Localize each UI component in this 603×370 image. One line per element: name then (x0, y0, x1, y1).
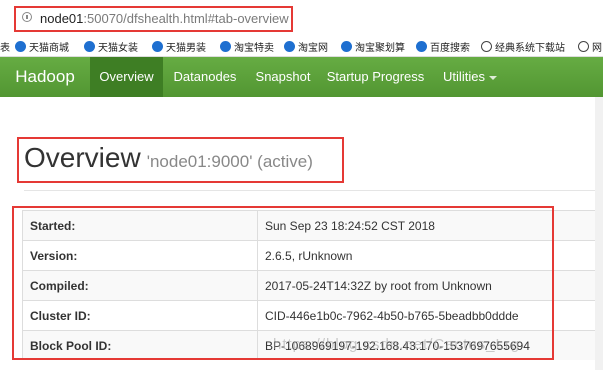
ie-icon (220, 41, 231, 52)
bookmarks-bar: 表 天猫商城 天猫女装 天猫男装 淘宝特卖 淘宝网 淘宝聚划算 百度搜索 经典系… (0, 36, 603, 57)
bookmark-juhuasuan[interactable]: 淘宝聚划算 (341, 39, 405, 54)
bookmark-system-download[interactable]: 经典系统下载站 (481, 39, 565, 54)
ie-icon (152, 41, 163, 52)
nav-startup-progress[interactable]: Startup Progress (319, 57, 432, 97)
namenode-subtitle: 'node01:9000' (active) (146, 152, 313, 171)
ie-icon (341, 41, 352, 52)
scrollbar[interactable] (595, 97, 603, 370)
watermark: https://blog.csdn.net/Cactus_Lrg (273, 336, 521, 353)
nav-overview[interactable]: Overview (90, 57, 163, 97)
bookmark-tmall-women[interactable]: 天猫女装 (84, 39, 138, 54)
address-bar[interactable]: node01:50070/dfshealth.html#tab-overview (0, 0, 603, 36)
caret-down-icon (488, 75, 497, 80)
navbar: Hadoop Overview Datanodes Snapshot Start… (0, 57, 603, 97)
bookmark-baidu[interactable]: 百度搜索 (416, 39, 470, 54)
nav-snapshot[interactable]: Snapshot (247, 57, 319, 97)
ie-icon (84, 41, 95, 52)
bookmark-tmall-men[interactable]: 天猫男装 (152, 39, 206, 54)
header-divider (24, 190, 603, 191)
bookmark-tmall[interactable]: 天猫商城 (15, 39, 69, 54)
globe-icon (481, 41, 492, 52)
ie-icon (15, 41, 26, 52)
bookmark-edge-fragment: 表 (0, 43, 10, 54)
url-text[interactable]: node01:50070/dfshealth.html#tab-overview (40, 11, 289, 26)
site-info-icon[interactable] (22, 12, 32, 22)
globe-icon (578, 41, 589, 52)
nav-utilities[interactable]: Utilities (432, 57, 508, 97)
ie-icon (416, 41, 427, 52)
bookmark-taobao-sale[interactable]: 淘宝特卖 (220, 39, 274, 54)
bookmark-taobao[interactable]: 淘宝网 (284, 39, 328, 54)
brand-logo[interactable]: Hadoop (0, 57, 90, 97)
ie-icon (284, 41, 295, 52)
page-title: Overview'node01:9000' (active) (24, 142, 313, 173)
nav-datanodes[interactable]: Datanodes (163, 57, 247, 97)
bookmark-web[interactable]: 网 (578, 39, 602, 54)
